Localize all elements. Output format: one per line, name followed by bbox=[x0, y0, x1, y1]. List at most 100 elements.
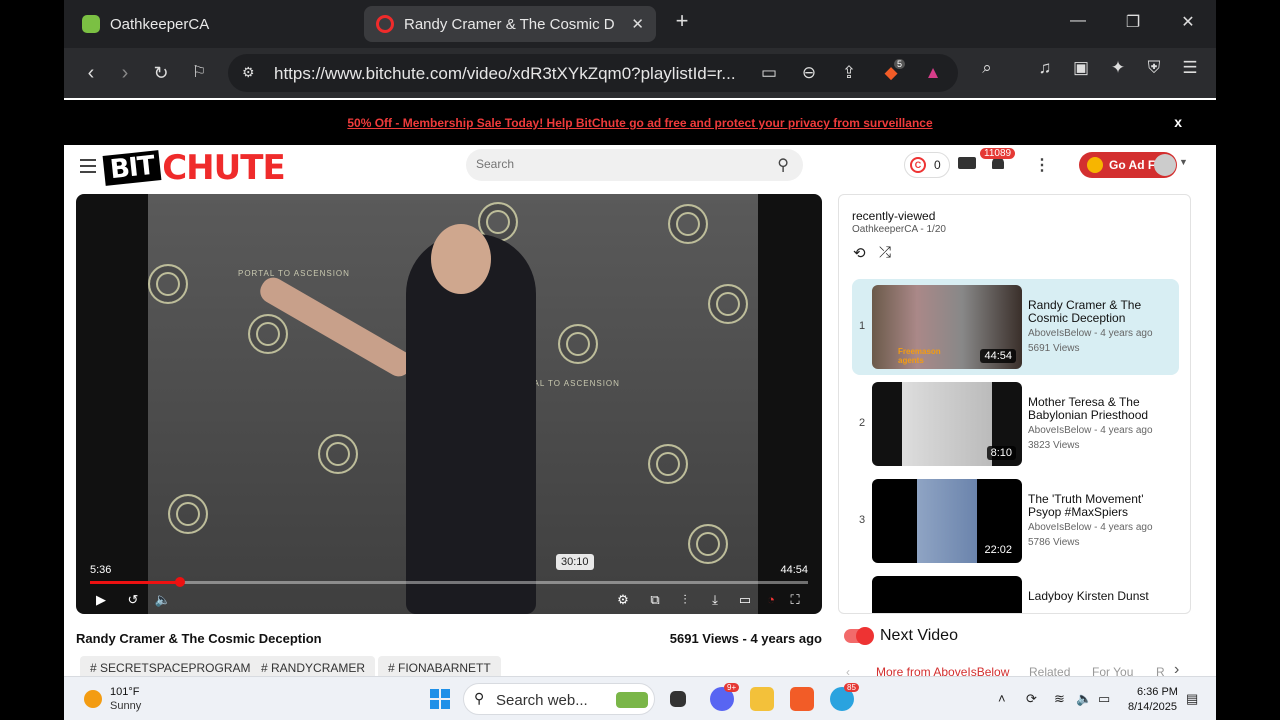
playlist-title[interactable]: recently-viewed bbox=[852, 209, 935, 223]
back-icon[interactable]: ‹ bbox=[78, 60, 104, 86]
hashtag-label: SECRETSPACEPROGRAM bbox=[100, 661, 251, 675]
speaker-icon[interactable]: 🔈 bbox=[1076, 691, 1092, 707]
vpn-icon[interactable]: ⛨ bbox=[1143, 57, 1165, 79]
browser-toolbar: ‹ › ↻ ⚐ ⚙ https://www.bitchute.com/video… bbox=[64, 48, 1216, 98]
playlist-item[interactable]: 3 22:02 The 'Truth Movement' Psyop #MaxS… bbox=[852, 473, 1179, 569]
play-icon[interactable]: ▶ bbox=[92, 592, 110, 608]
bitchute-logo-icon[interactable]: ◔ bbox=[762, 592, 780, 608]
more-options-icon[interactable]: ⋮ bbox=[1034, 155, 1050, 175]
playlist-item-channel[interactable]: AboveIsBelow - 4 years ago bbox=[1028, 425, 1153, 436]
tab-bitchute-video[interactable]: Randy Cramer & The Cosmic Dec ✕ bbox=[364, 6, 656, 42]
playlist-item-views: 5786 Views bbox=[1028, 537, 1080, 548]
minimize-icon[interactable]: — bbox=[1066, 12, 1090, 30]
hamburger-menu-icon[interactable] bbox=[80, 159, 96, 173]
seek-preview-time: 30:10 bbox=[556, 554, 594, 570]
playlist-item-title[interactable]: Ladyboy Kirsten Dunst bbox=[1028, 590, 1178, 603]
seek-bar-handle[interactable] bbox=[174, 577, 185, 587]
brave-icon[interactable] bbox=[790, 687, 814, 711]
wifi-icon[interactable]: ≋ bbox=[1054, 691, 1065, 707]
playlist-item-title[interactable]: The 'Truth Movement' Psyop #MaxSpiers bbox=[1028, 493, 1178, 519]
bookmark-icon[interactable]: ⚐ bbox=[186, 60, 212, 86]
browser-tab-bar: OathkeeperCA Randy Cramer & The Cosmic D… bbox=[64, 0, 1216, 48]
address-bar[interactable]: ⚙ https://www.bitchute.com/video/xdR3tXY… bbox=[228, 54, 958, 92]
settings-gear-icon[interactable]: ⚙ bbox=[614, 592, 632, 608]
cast-icon[interactable]: ▭ bbox=[736, 592, 754, 608]
bitchute-logo[interactable]: BIT CHUTE bbox=[102, 148, 286, 188]
playlist-item-channel[interactable]: AboveIsBelow - 4 years ago bbox=[1028, 522, 1153, 533]
total-time: 44:54 bbox=[780, 564, 808, 576]
seek-bar[interactable] bbox=[90, 577, 808, 587]
maximize-icon[interactable]: ❐ bbox=[1121, 12, 1145, 32]
reader-mode-icon[interactable]: ⌕ bbox=[976, 57, 998, 79]
search-icon[interactable]: ⚲ bbox=[777, 155, 789, 175]
volume-icon[interactable]: 🔈 bbox=[154, 592, 172, 608]
url-text[interactable]: https://www.bitchute.com/video/xdR3tXYkZ… bbox=[274, 64, 736, 84]
promo-close-button[interactable]: x bbox=[1174, 114, 1182, 130]
weather-temperature[interactable]: 101°F bbox=[110, 686, 139, 698]
playlist-item[interactable]: 2 8:10 Mother Teresa & The Babylonian Pr… bbox=[852, 376, 1179, 472]
bitchute-icon bbox=[376, 15, 394, 33]
logo-bit: BIT bbox=[102, 150, 162, 186]
reload-icon[interactable]: ↻ bbox=[148, 60, 174, 86]
screen: OathkeeperCA Randy Cramer & The Cosmic D… bbox=[64, 0, 1216, 720]
playlist-thumbnail[interactable]: Freemason agents 44:54 bbox=[872, 285, 1022, 369]
video-player[interactable]: PORTAL TO ASCENSION PORTAL TO ASCENSION … bbox=[76, 194, 822, 614]
sync-icon[interactable]: ⟳ bbox=[1026, 691, 1037, 707]
chevron-up-icon[interactable]: ˄ bbox=[998, 691, 1006, 706]
close-tab-icon[interactable]: ✕ bbox=[631, 15, 644, 33]
taskbar-search[interactable]: ⚲ Search web... bbox=[463, 683, 655, 715]
share-icon[interactable]: ⇪ bbox=[838, 62, 860, 84]
taskbar-search-text: Search web... bbox=[496, 692, 588, 709]
weather-condition[interactable]: Sunny bbox=[110, 700, 141, 712]
playlist-thumbnail[interactable] bbox=[872, 576, 1022, 613]
backdrop-medallion bbox=[558, 324, 598, 364]
playlist-item-channel[interactable]: AboveIsBelow - 4 years ago bbox=[1028, 328, 1153, 339]
menu-icon[interactable]: ☰ bbox=[1179, 57, 1201, 79]
windows-start-icon[interactable] bbox=[430, 689, 450, 709]
brave-rewards-icon[interactable]: ▲ bbox=[922, 62, 944, 84]
playlist-thumbnail[interactable]: 8:10 bbox=[872, 382, 1022, 466]
video-title: Randy Cramer & The Cosmic Deception bbox=[76, 631, 322, 646]
battery-icon[interactable]: ▭ bbox=[1098, 691, 1110, 707]
forward-icon[interactable]: › bbox=[112, 60, 138, 86]
picture-in-picture-icon[interactable]: ⧉ bbox=[646, 592, 664, 608]
search-input[interactable] bbox=[476, 157, 756, 171]
hashtag-label: FIONABARNETT bbox=[398, 661, 491, 675]
playlist-item-title[interactable]: Randy Cramer & The Cosmic Deception bbox=[1028, 299, 1178, 325]
playlist-item-title[interactable]: Mother Teresa & The Babylonian Priesthoo… bbox=[1028, 396, 1178, 422]
autoplay-next-toggle[interactable] bbox=[844, 627, 874, 645]
fullscreen-icon[interactable]: ⛶ bbox=[786, 592, 804, 608]
tab-oathkeeper[interactable]: OathkeeperCA bbox=[72, 6, 352, 42]
backdrop-medallion bbox=[708, 284, 748, 324]
repeat-icon[interactable]: ⟲ bbox=[853, 244, 866, 262]
chapters-icon[interactable]: ⫶ bbox=[676, 592, 694, 608]
close-window-icon[interactable]: ✕ bbox=[1176, 12, 1200, 32]
coins-button[interactable]: C 0 bbox=[904, 152, 950, 178]
playlist-item[interactable]: Ladyboy Kirsten Dunst bbox=[852, 570, 1179, 613]
chevron-down-icon[interactable]: ▼ bbox=[1179, 157, 1188, 167]
avatar[interactable] bbox=[1154, 154, 1176, 176]
new-tab-button[interactable]: + bbox=[670, 8, 694, 34]
task-view-icon[interactable] bbox=[670, 691, 686, 707]
file-explorer-icon[interactable] bbox=[750, 687, 774, 711]
playlist-item[interactable]: 1 Freemason agents 44:54 Randy Cramer & … bbox=[852, 279, 1179, 375]
promo-link[interactable]: 50% Off - Membership Sale Today! Help Bi… bbox=[64, 116, 1216, 130]
site-settings-icon[interactable]: ⚙ bbox=[242, 64, 255, 81]
notification-center-icon[interactable]: ▤ bbox=[1186, 691, 1198, 707]
search-highlight-icon bbox=[616, 692, 648, 708]
zoom-icon[interactable]: ⊖ bbox=[798, 62, 820, 84]
shuffle-icon[interactable]: ⤮ bbox=[879, 244, 891, 261]
download-icon[interactable]: ⤓ bbox=[706, 592, 724, 608]
leo-ai-icon[interactable]: ✦ bbox=[1107, 57, 1129, 79]
clock-date[interactable]: 8/14/2025 bbox=[1128, 701, 1177, 713]
wallet-icon[interactable]: ▣ bbox=[1070, 57, 1092, 79]
music-icon[interactable]: ♫ bbox=[1034, 57, 1056, 79]
playlist-thumbnail[interactable]: 22:02 bbox=[872, 479, 1022, 563]
clock-time[interactable]: 6:36 PM bbox=[1137, 686, 1178, 698]
sun-icon[interactable] bbox=[84, 690, 102, 708]
next-video-label: Next Video bbox=[880, 627, 958, 644]
upload-camera-icon[interactable] bbox=[958, 157, 976, 169]
replay-10-icon[interactable]: ↺ bbox=[124, 592, 142, 608]
current-time: 5:36 bbox=[90, 564, 112, 576]
cast-icon[interactable]: ▭ bbox=[758, 62, 780, 84]
